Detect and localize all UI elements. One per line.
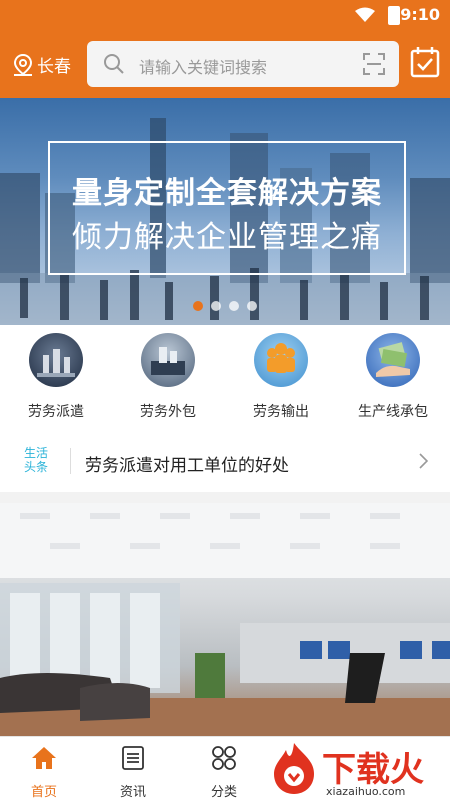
flame-logo-icon: [274, 743, 314, 794]
tab-label: 资讯: [119, 785, 146, 800]
chevron-right-icon: [419, 453, 428, 469]
category-grid: 劳务派遣 劳务外包 劳务输出 生产线承包: [0, 325, 450, 430]
promo-banner[interactable]: 量身定制全套解决方案 倾力解决企业管理之痛: [0, 98, 450, 325]
home-icon: [32, 747, 56, 769]
watermark-logo: 下载火 xiazaihuo.com: [262, 738, 450, 800]
news-tag: 生活头条: [24, 446, 49, 474]
watermark-url: xiazaihuo.com: [326, 785, 406, 798]
watermark-text: 下载火: [322, 750, 424, 790]
city-name: 长春: [37, 57, 71, 77]
tab-label: 首页: [30, 785, 57, 800]
pagination-dot[interactable]: [247, 301, 257, 311]
category-label: 劳务输出: [253, 404, 309, 420]
pagination-dot[interactable]: [229, 301, 239, 311]
city-selector[interactable]: 长春: [12, 52, 71, 77]
tab-label: 分类: [210, 785, 237, 800]
category-label: 劳务外包: [140, 404, 196, 420]
status-time: 9:10: [400, 5, 440, 24]
pagination-dot[interactable]: [193, 301, 203, 311]
banner-subheadline: 倾力解决企业管理之痛: [72, 220, 382, 255]
chess-pieces-icon: [29, 333, 83, 387]
category-labor-outsourcing[interactable]: 劳务外包: [112, 333, 224, 421]
category-label: 生产线承包: [358, 404, 428, 420]
search-bar[interactable]: 请输入关键词搜索: [87, 41, 399, 87]
team-figures-icon: [254, 333, 308, 387]
category-production-line-contract[interactable]: 生产线承包: [337, 333, 449, 421]
battery-icon: [388, 6, 400, 25]
wifi-icon: [355, 7, 375, 22]
search-placeholder: 请输入关键词搜索: [139, 58, 268, 77]
status-bar: 9:10: [0, 0, 450, 30]
news-ticker[interactable]: 生活头条 劳务派遣对用工单位的好处: [0, 430, 450, 492]
office-illustration: [0, 503, 450, 736]
scan-icon[interactable]: [363, 53, 385, 75]
document-icon: [122, 746, 144, 770]
news-divider: [70, 448, 71, 474]
category-labor-dispatch[interactable]: 劳务派遣: [0, 333, 112, 421]
tab-news[interactable]: 资讯: [103, 745, 163, 800]
banner-pagination: [193, 301, 257, 311]
news-headline: 劳务派遣对用工单位的好处: [85, 456, 289, 476]
top-header: 长春 请输入关键词搜索: [0, 30, 450, 98]
category-labor-export[interactable]: 劳务输出: [225, 333, 337, 421]
search-icon: [104, 54, 124, 74]
banner-headline: 量身定制全套解决方案: [72, 176, 382, 211]
pagination-dot[interactable]: [211, 301, 221, 311]
chess-board-icon: [141, 333, 195, 387]
category-label: 劳务派遣: [28, 404, 84, 420]
money-hand-icon: [366, 333, 420, 387]
tab-category[interactable]: 分类: [194, 745, 254, 800]
grid-icon: [212, 746, 236, 770]
calendar-check-icon[interactable]: [410, 46, 440, 78]
featured-office-image[interactable]: [0, 503, 450, 736]
location-pin-icon: [13, 53, 33, 76]
tab-home[interactable]: 首页: [14, 745, 74, 800]
